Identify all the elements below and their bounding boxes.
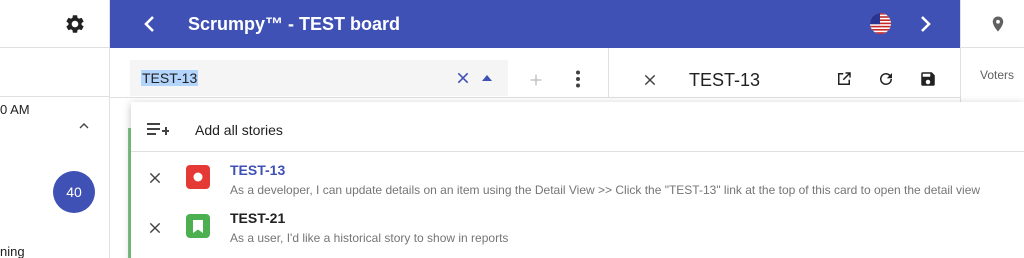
search-toolbar: TEST-13 TEST-13 xyxy=(110,48,960,98)
voters-label: Voters xyxy=(980,68,1015,82)
left-toolbar xyxy=(0,0,110,48)
refresh-icon[interactable] xyxy=(877,70,895,88)
story-item[interactable]: TEST-13 As a developer, I can update det… xyxy=(131,152,1024,202)
chevron-left-icon[interactable] xyxy=(138,12,162,36)
open-in-new-icon[interactable] xyxy=(835,70,853,88)
points-badge[interactable]: 40 xyxy=(53,171,95,213)
story-key-link[interactable]: TEST-21 xyxy=(230,210,285,226)
remove-story-icon[interactable] xyxy=(148,221,162,235)
search-results-dropdown: Add all stories TEST-13 As a developer, … xyxy=(131,102,1024,258)
remove-story-icon[interactable] xyxy=(148,171,162,185)
search-input[interactable]: TEST-13 xyxy=(130,60,508,96)
gear-icon[interactable] xyxy=(64,13,86,35)
story-key-link[interactable]: TEST-13 xyxy=(230,162,285,178)
left-bottom-text: ning xyxy=(0,244,25,258)
bug-icon xyxy=(186,165,210,189)
left-time-text: 0 AM xyxy=(0,102,30,117)
story-item[interactable]: TEST-21 As a user, I'd like a historical… xyxy=(131,202,1024,252)
board-title: Scrumpy™ - TEST board xyxy=(188,14,401,34)
clear-search-icon[interactable] xyxy=(455,70,471,86)
app-header: Scrumpy™ - TEST board xyxy=(110,0,960,48)
chevron-right-icon[interactable] xyxy=(913,12,937,36)
add-all-stories-label: Add all stories xyxy=(195,122,283,138)
more-vert-icon[interactable] xyxy=(572,70,584,88)
us-flag-icon[interactable] xyxy=(870,13,891,34)
left-panel: 0 AM 40 ning xyxy=(0,0,110,258)
story-icon xyxy=(186,214,210,238)
right-toolbar xyxy=(961,0,1024,48)
search-input-value[interactable]: TEST-13 xyxy=(141,70,199,86)
story-description: As a developer, I can update details on … xyxy=(230,183,981,197)
left-divider xyxy=(0,96,110,97)
save-icon[interactable] xyxy=(919,70,937,88)
story-description: As a user, I'd like a historical story t… xyxy=(230,231,509,245)
toolbar-divider xyxy=(608,48,609,98)
playlist-add-icon xyxy=(147,123,169,135)
location-pin-icon[interactable] xyxy=(989,13,1007,35)
add-icon[interactable] xyxy=(528,72,544,88)
caret-up-icon[interactable] xyxy=(482,75,492,81)
chevron-up-icon[interactable] xyxy=(76,118,92,134)
card-key-title: TEST-13 xyxy=(689,70,761,90)
add-all-stories-item[interactable]: Add all stories xyxy=(131,102,1024,152)
close-card-icon[interactable] xyxy=(642,72,658,88)
